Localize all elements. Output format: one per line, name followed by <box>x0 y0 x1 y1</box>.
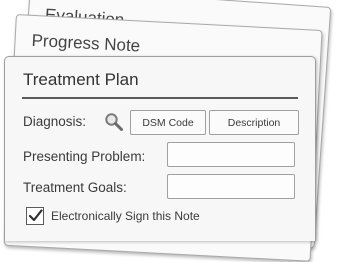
treatment-goals-field[interactable] <box>167 174 295 199</box>
page-title: Treatment Plan <box>23 70 139 89</box>
sign-checkbox[interactable] <box>26 207 44 225</box>
description-button[interactable]: Description <box>209 110 299 135</box>
progress-note-title: Progress Note <box>31 30 141 56</box>
presenting-problem-label: Presenting Problem: <box>23 149 146 164</box>
presenting-problem-field[interactable] <box>167 142 295 167</box>
treatment-goals-label: Treatment Goals: <box>23 180 127 195</box>
treatment-plan-card: Treatment Plan Diagnosis: DSM Code Descr… <box>4 56 316 241</box>
magnifier-icon[interactable] <box>104 112 124 132</box>
diagnosis-label: Diagnosis: <box>23 114 87 129</box>
dsm-code-button[interactable]: DSM Code <box>130 110 206 135</box>
sign-label: Electronically Sign this Note <box>51 209 200 223</box>
check-icon <box>28 209 43 222</box>
title-divider <box>22 97 298 99</box>
